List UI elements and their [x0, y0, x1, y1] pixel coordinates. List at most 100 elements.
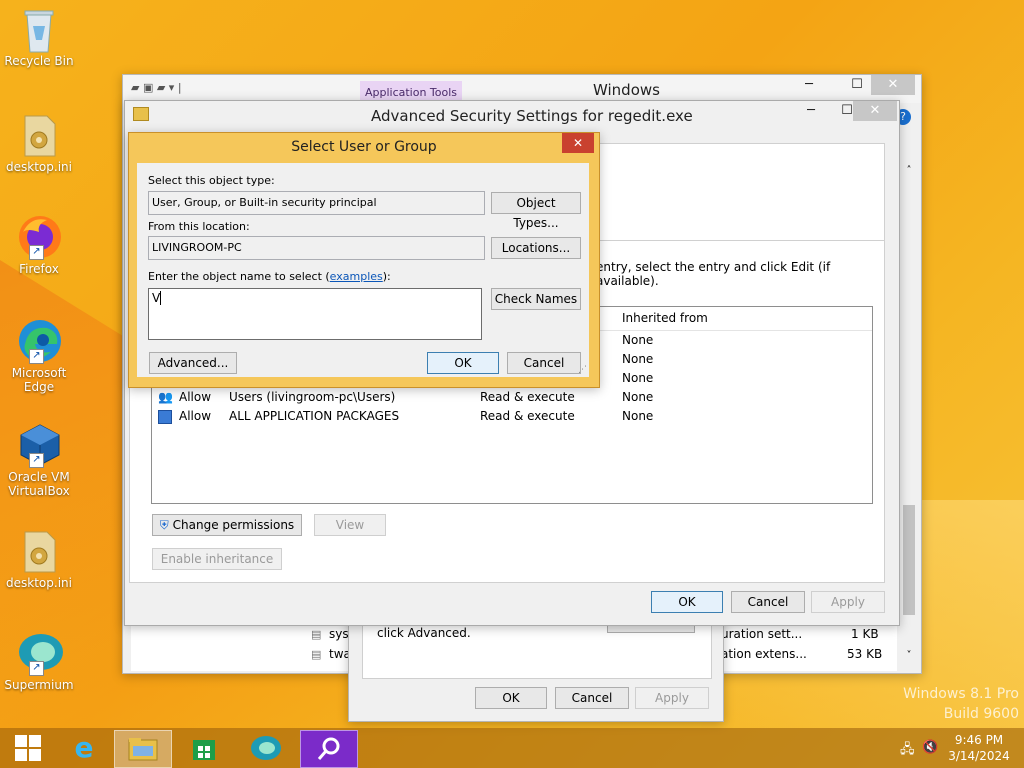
select-user-cancel-button[interactable]: Cancel — [507, 352, 581, 374]
entry-inherited: None — [622, 409, 654, 423]
settings-file-icon — [17, 528, 61, 573]
properties-apply-button[interactable]: Apply — [635, 687, 709, 709]
store-icon — [193, 740, 215, 760]
scroll-down-icon[interactable]: ˅ — [901, 650, 917, 661]
entry-principal: Users (livingroom-pc\Users) — [229, 390, 396, 404]
resize-grip-icon[interactable]: ⋰ — [578, 365, 587, 375]
recycle-bin-icon — [17, 6, 61, 53]
desktop-icon-desktop-ini-2[interactable]: desktop.ini — [2, 528, 76, 590]
desktop-icon-label: Recycle Bin — [4, 54, 74, 68]
desktop-icon-label: Oracle VM VirtualBox — [8, 470, 70, 498]
entry-inherited: None — [622, 390, 654, 404]
select-user-dialog: Select User or Group ✕ Select this objec… — [128, 132, 600, 388]
object-type-field: User, Group, or Built-in security princi… — [148, 191, 485, 215]
close-button[interactable]: ✕ — [562, 133, 594, 153]
uac-shield-icon: ⛨ — [159, 518, 169, 532]
locations-button[interactable]: Locations... — [491, 237, 581, 259]
desktop-icon-edge[interactable]: ↗ Microsoft Edge — [2, 318, 76, 394]
network-icon[interactable]: 🖧 — [900, 740, 915, 762]
table-row[interactable]: 👥 Allow Users (livingroom-pc\Users) Read… — [152, 388, 872, 407]
start-button[interactable] — [0, 730, 56, 766]
table-row[interactable]: Allow ALL APPLICATION PACKAGES Read & ex… — [152, 407, 872, 426]
view-button[interactable]: View — [314, 514, 386, 536]
shortcut-arrow-icon: ↗ — [29, 349, 44, 364]
desktop-icon-label: Firefox — [19, 262, 59, 276]
file-icon: ▤ — [311, 648, 322, 661]
magnifier-icon — [317, 737, 340, 760]
entry-access: Read & execute — [480, 409, 575, 423]
folder-icon — [133, 107, 149, 121]
close-button[interactable]: ✕ — [853, 101, 897, 121]
watermark-line-2: Build 9600 — [943, 706, 1019, 722]
desktop-icon-label: Microsoft Edge — [11, 366, 67, 394]
clock-date: 3/14/2024 — [948, 749, 1010, 763]
change-permissions-button[interactable]: ⛨ Change permissions — [152, 514, 302, 536]
change-permissions-label: Change permissions — [172, 518, 295, 532]
properties-hint: click Advanced. — [377, 626, 471, 640]
entry-type: Allow — [179, 409, 212, 423]
minimize-button[interactable]: ─ — [787, 75, 831, 95]
volume-muted-icon[interactable]: 🔇 — [922, 740, 938, 755]
select-user-ok-button[interactable]: OK — [427, 352, 499, 374]
object-type-label: Select this object type: — [148, 174, 275, 187]
edge-icon: ↗ — [17, 318, 61, 364]
advanced-security-apply-button[interactable]: Apply — [811, 591, 885, 613]
firefox-icon: ↗ — [17, 214, 61, 260]
object-name-label-end: ): — [382, 270, 391, 283]
object-types-button[interactable]: Object Types... — [491, 192, 581, 230]
properties-ok-button[interactable]: OK — [475, 687, 547, 709]
windows-logo-icon — [15, 735, 41, 761]
settings-file-icon — [17, 112, 61, 157]
supermium-icon — [251, 736, 281, 760]
column-header-inherited[interactable]: Inherited from — [622, 311, 708, 325]
desktop-icon-label: desktop.ini — [6, 576, 72, 590]
entry-inherited: None — [622, 352, 654, 366]
taskbar-store[interactable] — [176, 730, 232, 766]
object-name-value: V — [152, 291, 161, 305]
advanced-security-title: Advanced Security Settings for regedit.e… — [371, 107, 693, 125]
clock[interactable]: 9:46 PM 3/14/2024 — [948, 732, 1010, 764]
file-size: 1 KB — [851, 627, 879, 641]
shortcut-arrow-icon: ↗ — [29, 245, 44, 260]
taskbar-search-app[interactable] — [300, 730, 358, 768]
file-explorer-icon — [128, 738, 158, 761]
close-button[interactable]: ✕ — [871, 75, 915, 95]
desktop-icon-firefox[interactable]: ↗ Firefox — [2, 214, 76, 276]
taskbar-supermium[interactable] — [238, 730, 294, 766]
check-names-button[interactable]: Check Names — [491, 288, 581, 310]
windows-watermark: Windows 8.1 Pro Build 9600 — [903, 684, 1019, 724]
taskbar-file-explorer[interactable] — [114, 730, 172, 768]
explorer-scrollbar[interactable]: ˄ ˅ — [901, 165, 917, 665]
enable-inheritance-button[interactable]: Enable inheritance — [152, 548, 282, 570]
location-label: From this location: — [148, 220, 250, 233]
file-icon: ▤ — [311, 628, 322, 641]
desktop-icon-desktop-ini[interactable]: desktop.ini — [2, 112, 76, 174]
desktop-icon-label: Supermium — [4, 678, 74, 692]
entry-type: Allow — [179, 390, 212, 404]
watermark-line-1: Windows 8.1 Pro — [903, 686, 1019, 702]
app-packages-icon — [158, 410, 172, 424]
object-name-label-text: Enter the object name to select ( — [148, 270, 330, 283]
properties-cancel-button[interactable]: Cancel — [555, 687, 629, 709]
scroll-thumb[interactable] — [903, 505, 915, 615]
taskbar-internet-explorer[interactable]: e — [56, 730, 112, 766]
scroll-up-icon[interactable]: ˄ — [901, 165, 917, 176]
examples-link[interactable]: examples — [330, 270, 383, 283]
desktop-icon-label: desktop.ini — [6, 160, 72, 174]
desktop-icon-recycle-bin[interactable]: Recycle Bin — [2, 6, 76, 68]
file-type: ation extens... — [721, 647, 807, 661]
advanced-security-cancel-button[interactable]: Cancel — [731, 591, 805, 613]
entry-inherited: None — [622, 371, 654, 385]
security-instruction: entry, select the entry and click Edit (… — [596, 260, 831, 288]
advanced-button[interactable]: Advanced... — [149, 352, 237, 374]
quick-access-toolbar[interactable]: ▰ ▣ ▰ ▾ | — [131, 81, 231, 97]
entry-principal: ALL APPLICATION PACKAGES — [229, 409, 400, 423]
advanced-security-ok-button[interactable]: OK — [651, 591, 723, 613]
file-size: 53 KB — [847, 647, 883, 661]
file-type: uration sett... — [721, 627, 803, 641]
object-name-input[interactable]: V — [148, 288, 482, 340]
desktop-icon-virtualbox[interactable]: ↗ Oracle VM VirtualBox — [2, 422, 76, 498]
desktop-icon-supermium[interactable]: ↗ Supermium — [2, 630, 76, 692]
entry-inherited: None — [622, 333, 654, 347]
explorer-title: Windows — [593, 81, 660, 99]
